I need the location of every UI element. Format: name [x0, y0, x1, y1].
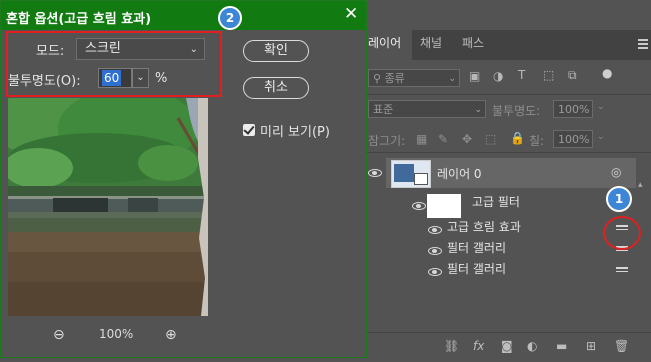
lock-brush-icon[interactable]: ✎	[438, 132, 448, 146]
callout-circle	[603, 216, 641, 250]
type-filter-icon[interactable]: T	[518, 68, 525, 82]
lock-label: 잠그기:	[368, 134, 406, 148]
link-layers-icon[interactable]: ⛓	[444, 339, 459, 353]
fill-field[interactable]: 100%	[553, 130, 593, 148]
layer-thumbnail	[391, 160, 431, 188]
opacity-label: 불투명도(O):	[8, 74, 81, 89]
layer-name[interactable]: 레이어 0	[437, 165, 482, 182]
cancel-button[interactable]: 취소	[243, 77, 309, 99]
visibility-eye-icon[interactable]	[428, 226, 442, 234]
chevron-down-icon: ⌄	[474, 105, 482, 115]
callout-badge-1: 1	[606, 186, 632, 212]
filter-mask-thumbnail[interactable]	[427, 194, 461, 218]
blending-options-icon[interactable]	[616, 267, 628, 274]
lock-position-icon[interactable]: ✥	[462, 132, 472, 146]
filter-item-label[interactable]: 고급 흐림 효과	[447, 218, 521, 235]
preview-image	[8, 98, 208, 316]
opacity-dropdown-button[interactable]: ⌄	[132, 68, 149, 88]
zoom-out-icon[interactable]: ⊖	[53, 327, 65, 343]
fx-icon[interactable]: fx	[473, 339, 484, 353]
add-mask-icon[interactable]: ◙	[501, 339, 513, 353]
dialog-title-bar: 혼합 옵션(고급 흐림 효과) ✕	[1, 1, 366, 30]
opacity-unit: %	[155, 71, 168, 86]
lock-artboard-icon[interactable]: ⬚	[485, 132, 496, 146]
shape-filter-icon[interactable]: ⬚	[543, 68, 554, 82]
ok-button[interactable]: 확인	[243, 40, 309, 62]
layer-opacity-field[interactable]: 100%	[553, 100, 593, 118]
tab-paths[interactable]: 패스	[462, 34, 484, 51]
filter-toggle-icon[interactable]: ●	[602, 66, 612, 80]
preview-checkbox[interactable]	[243, 124, 255, 136]
adjustment-layer-icon[interactable]: ◐	[527, 339, 537, 353]
visibility-eye-icon[interactable]	[368, 169, 382, 177]
chevron-down-icon: ⌄	[189, 44, 198, 55]
lock-all-icon[interactable]: 🔒	[510, 131, 525, 145]
thumbnail-image	[394, 164, 414, 182]
new-group-icon[interactable]: ▬	[556, 339, 567, 353]
blend-mode-select[interactable]: 표준 ⌄	[368, 100, 486, 118]
dialog-title: 혼합 옵션(고급 흐림 효과)	[6, 12, 152, 27]
callout-badge-2: 2	[218, 6, 242, 30]
panel-menu-icon[interactable]	[638, 39, 648, 51]
mode-value: 스크린	[85, 41, 121, 56]
blending-options-dialog: 혼합 옵션(고급 흐림 효과) ✕ 2 모드: 스크린 ⌄ 불투명도(O): 6…	[0, 0, 367, 358]
chevron-down-icon[interactable]: ⌄	[597, 102, 605, 112]
opacity-input[interactable]: 60	[98, 68, 132, 88]
close-icon[interactable]: ✕	[344, 4, 358, 24]
new-layer-icon[interactable]: ⊞	[586, 339, 596, 353]
visibility-eye-icon[interactable]	[428, 268, 442, 276]
adjustment-filter-icon[interactable]: ◑	[493, 69, 503, 83]
opacity-value: 60	[102, 70, 122, 86]
tab-channels[interactable]: 채널	[420, 34, 442, 51]
filter-item-label[interactable]: 필터 갤러리	[447, 239, 506, 256]
kind-filter-value: 종류	[384, 72, 405, 85]
smart-object-icon	[414, 173, 428, 185]
fill-value: 100%	[558, 133, 590, 146]
tab-layers[interactable]: 레이어	[368, 34, 401, 51]
zoom-in-icon[interactable]: ⊕	[165, 327, 177, 343]
preview-label[interactable]: 미리 보기(P)	[260, 121, 330, 140]
blend-mode-value: 표준	[373, 103, 394, 116]
visibility-eye-icon[interactable]	[412, 202, 426, 210]
chevron-down-icon: ⌄	[136, 72, 145, 83]
kind-filter-select[interactable]: ⚲ 종류 ⌄	[368, 69, 460, 87]
filter-item-label[interactable]: 필터 갤러리	[447, 260, 506, 277]
chevron-down-icon: ⌄	[448, 74, 456, 84]
chevron-down-icon[interactable]: ⌄	[597, 132, 605, 142]
delete-layer-icon[interactable]: 🗑	[614, 339, 629, 353]
smart-filters-label[interactable]: 고급 필터	[472, 193, 520, 210]
lock-transparent-icon[interactable]: ▦	[416, 132, 427, 146]
scroll-up-icon[interactable]: ▴	[638, 180, 643, 190]
pixel-filter-icon[interactable]: ▣	[469, 69, 480, 83]
visibility-eye-icon[interactable]	[428, 247, 442, 255]
fill-label: 칠:	[529, 134, 545, 148]
zoom-level: 100%	[99, 327, 134, 341]
mode-select[interactable]: 스크린 ⌄	[76, 38, 205, 60]
search-icon: ⚲	[373, 72, 382, 85]
smart-object-filter-icon[interactable]: ⧉	[568, 68, 577, 83]
layer-opacity-value: 100%	[558, 103, 590, 116]
layer-effects-icon[interactable]: ◎	[611, 165, 621, 179]
mode-label: 모드:	[36, 44, 65, 59]
layer-opacity-label: 불투명도:	[492, 104, 541, 118]
